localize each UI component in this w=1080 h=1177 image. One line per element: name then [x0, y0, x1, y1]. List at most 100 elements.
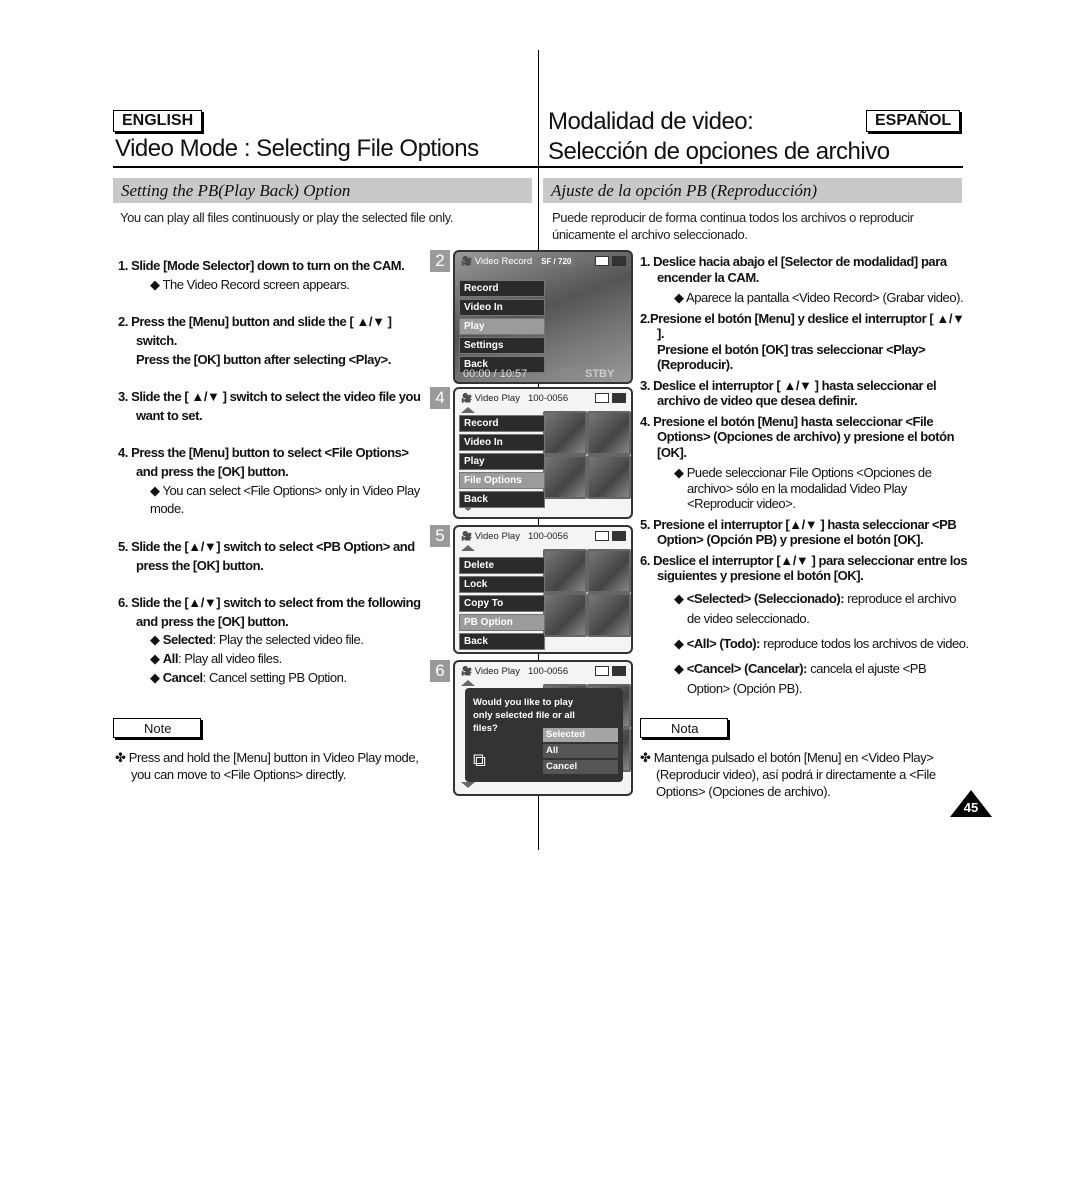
- step-text: 4. Presione el botón [Menu] hasta selecc…: [640, 413, 955, 460]
- bullet-mark: ◆: [150, 670, 163, 686]
- intro-english: You can play all files continuously or p…: [120, 210, 454, 225]
- step-bullet: ◆ Selected: Play the selected video file…: [136, 631, 428, 650]
- spanish-label: ESPAÑOL: [866, 110, 961, 132]
- menu-item-record: Record: [459, 280, 545, 297]
- camera-screen: 🎥 Video Play 100-0056 Would you like to pl…: [453, 660, 633, 796]
- intro-spanish: Puede reproducir de forma continua todos…: [552, 210, 914, 242]
- step-extra: Press the [OK] button after selecting <P…: [136, 351, 391, 367]
- step-text: 3. Deslice el interruptor [ ▲/▼ ] hasta …: [640, 377, 937, 409]
- nota-label: Nota: [640, 718, 728, 738]
- confirm-dialog: Would you like to play only selected fil…: [465, 688, 623, 782]
- camera-screen: 🎥 Video Play 100-0056 Record Video In Play Fi…: [453, 387, 633, 519]
- step-bullet: ◆ <Selected> (Seleccionado): reproduce e…: [657, 589, 972, 629]
- step-5: 5. Slide the [▲/▼] switch to select <PB …: [118, 538, 428, 576]
- note-text-english: ✤ Press and hold the [Menu] button in Vi…: [115, 750, 419, 782]
- camcorder-icon: 🎥: [461, 393, 475, 403]
- step-text: 4. Press the [Menu] button to select <Fi…: [118, 445, 409, 479]
- step-3: 3. Deslice el interruptor [ ▲/▼ ] hasta …: [640, 378, 972, 409]
- screen-menu: Delete Lock Copy To PB Option Back: [459, 557, 545, 652]
- thumbnail: [543, 593, 587, 637]
- manual-page: ENGLISH Video Mode : Selecting File Opti…: [0, 0, 1080, 1177]
- record-status: STBY: [561, 368, 614, 380]
- step-bullet: ◆ The Video Record screen appears.: [150, 276, 350, 292]
- english-label: ENGLISH: [113, 110, 203, 132]
- bullet-desc: : Cancel setting PB Option.: [202, 670, 347, 686]
- step-5: 5. Presione el interruptor [▲/▼ ] hasta …: [640, 517, 972, 548]
- bullet-mark: ◆: [674, 590, 687, 606]
- camcorder-icon: 🎥: [461, 256, 475, 266]
- file-number: 100-0056: [527, 666, 569, 677]
- menu-item-play: Play: [459, 453, 545, 470]
- step-6: 6. Deslice el interruptor [▲/▼ ] para se…: [640, 553, 972, 699]
- step-text: 6. Deslice el interruptor [▲/▼ ] para se…: [640, 552, 968, 584]
- record-time: 00:00 / 10:57: [463, 368, 528, 380]
- step-bullet: ◆ <All> (Todo): reproduce todos los arch…: [657, 634, 972, 654]
- menu-item-file-options: File Options: [459, 472, 545, 489]
- page-title-spanish-1: Modalidad de video:: [548, 108, 754, 135]
- step-bullet: ◆ Cancel: Cancel setting PB Option.: [136, 669, 428, 688]
- bullet-term: Selected: [162, 632, 213, 648]
- step-text: 2. Press the [Menu] button and slide the…: [118, 314, 392, 348]
- memory-card-icon: [595, 531, 609, 541]
- menu-item-settings: Settings: [459, 337, 545, 354]
- menu-item-lock: Lock: [459, 576, 545, 593]
- file-number: 100-0056: [527, 531, 569, 542]
- page-title-english: Video Mode : Selecting File Options: [115, 135, 479, 162]
- dialog-option-all[interactable]: All: [543, 744, 618, 758]
- step-text: 3. Slide the [ ▲/▼ ] switch to select th…: [118, 388, 421, 423]
- page-number: 45: [950, 790, 992, 817]
- step-2: 2. Press the [Menu] button and slide the…: [118, 313, 428, 369]
- step-badge: 5: [430, 525, 450, 547]
- camera-screen: 🎥 Video Record SF / 720 Record Video In Play…: [453, 250, 633, 384]
- bullet-desc: : Play the selected video file.: [212, 632, 364, 648]
- bullet-term: <Selected> (Seleccionado):: [686, 590, 845, 606]
- copy-files-icon: ⧉: [473, 750, 486, 770]
- step-1: 1. Slide [Mode Selector] down to turn on…: [118, 257, 428, 295]
- step-6: 6. Slide the [▲/▼] switch to select from…: [118, 594, 428, 688]
- battery-icon: [612, 666, 626, 676]
- dialog-option-cancel[interactable]: Cancel: [543, 760, 618, 774]
- screen-mode: Video Play: [474, 531, 520, 542]
- screen-header: 🎥 Video Record SF / 720: [455, 252, 631, 270]
- bullet-mark: ◆: [150, 632, 163, 648]
- step-2: 2.Presione el botón [Menu] y deslice el …: [640, 311, 972, 373]
- bullet-term: Cancel: [162, 670, 203, 686]
- memory-card-icon: [595, 666, 609, 676]
- thumbnail: [543, 411, 587, 455]
- step-4: 4. Presione el botón [Menu] hasta selecc…: [640, 414, 972, 512]
- screen-header: 🎥 Video Play 100-0056: [455, 389, 631, 407]
- screen-menu: Record Video In Play Settings Back: [459, 280, 545, 375]
- camera-screen: 🎥 Video Play 100-0056 Delete Lock Copy To PB …: [453, 525, 633, 654]
- section-title-spanish: Ajuste de la opción PB (Reproducción): [543, 178, 962, 203]
- bullet-mark: ◆: [150, 651, 163, 667]
- step-extra: Presione el botón [OK] tras seleccionar …: [657, 341, 926, 373]
- memory-card-icon: [595, 256, 609, 266]
- dialog-option-selected[interactable]: Selected: [543, 728, 618, 742]
- step-text: 2.Presione el botón [Menu] y deslice el …: [640, 310, 965, 342]
- step-text: 1. Slide [Mode Selector] down to turn on…: [118, 258, 405, 273]
- bullet-mark: ◆: [674, 635, 687, 651]
- bullet-desc: reproduce todos los archivos de video.: [760, 635, 969, 651]
- note-label: Note: [113, 718, 201, 738]
- thumbnail: [587, 455, 631, 499]
- step-text: 5. Slide the [▲/▼] switch to select <PB …: [118, 538, 415, 573]
- step-text: 1. Deslice hacia abajo el [Selector de m…: [640, 254, 947, 285]
- bullet-term: All: [162, 651, 179, 667]
- scroll-up-icon: [461, 680, 475, 686]
- memory-card-icon: [595, 393, 609, 403]
- step-bullet: ◆ Aparece la pantalla <Video Record> (Gr…: [674, 290, 964, 305]
- menu-item-back: Back: [459, 633, 545, 650]
- thumbnail: [587, 549, 631, 593]
- bullet-mark: ◆: [674, 660, 687, 676]
- scroll-up-icon: [461, 407, 475, 413]
- step-bullet: ◆ All: Play all video files.: [136, 650, 428, 669]
- bullet-desc: : Play all video files.: [177, 651, 282, 667]
- step-badge: 2: [430, 250, 450, 272]
- thumbnail: [587, 593, 631, 637]
- menu-item-back: Back: [459, 491, 545, 508]
- file-number: 100-0056: [527, 393, 569, 404]
- step-3: 3. Slide the [ ▲/▼ ] switch to select th…: [118, 388, 428, 426]
- menu-item-video-in: Video In: [459, 299, 545, 316]
- scroll-down-icon: [461, 782, 475, 788]
- section-title-english: Setting the PB(Play Back) Option: [113, 178, 532, 203]
